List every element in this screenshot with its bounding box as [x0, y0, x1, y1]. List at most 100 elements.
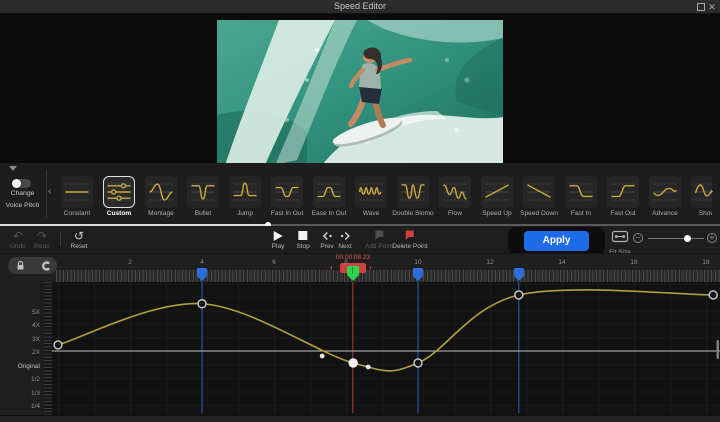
- add-point-icon: [373, 229, 386, 242]
- add-point-button[interactable]: Add Point: [365, 229, 393, 250]
- undo-button[interactable]: ↶ Undo: [10, 229, 26, 250]
- scroll-left-icon[interactable]: ‹: [48, 186, 51, 198]
- preset-wave[interactable]: Wave: [350, 163, 392, 226]
- keyframe-point[interactable]: [198, 300, 206, 308]
- preset-bullet[interactable]: Bullet: [182, 163, 224, 226]
- curve-canvas: [0, 282, 720, 415]
- preset-jump[interactable]: Jump: [224, 163, 266, 226]
- stop-button[interactable]: Stop: [296, 229, 309, 250]
- preset-label: Custom: [98, 210, 140, 217]
- voice-pitch-toggle[interactable]: [12, 179, 31, 188]
- preset-flow[interactable]: Flow: [434, 163, 476, 226]
- preset-advance[interactable]: Advance: [644, 163, 686, 226]
- preset-speed_up[interactable]: Speed Up: [476, 163, 518, 226]
- delete-point-button[interactable]: Delete Point: [392, 229, 427, 250]
- preset-fast_out[interactable]: Fast Out: [602, 163, 644, 226]
- redo-button[interactable]: ↷ Redo: [34, 229, 50, 250]
- preset-constant[interactable]: Constant: [56, 163, 98, 226]
- ruler-number: 10: [414, 259, 421, 266]
- preset-strip: Change Voice Pitch ‹ ConstantCustomMonta…: [0, 163, 720, 226]
- toolbar-separator: [60, 233, 61, 246]
- fit-size-icon: [611, 230, 629, 243]
- apply-button[interactable]: Apply: [524, 231, 589, 251]
- blue-marker-pin[interactable]: [413, 268, 423, 281]
- stop-icon: [299, 231, 308, 240]
- preset-sliders[interactable]: Custom: [98, 163, 140, 226]
- toggle-knob: [12, 179, 21, 188]
- preset-thumbnail: [649, 176, 681, 208]
- surfer-frame: [217, 20, 503, 165]
- scroll-right-icon[interactable]: ›: [710, 186, 713, 198]
- preset-thumbnail: [61, 176, 93, 208]
- playhead-right-arrow-icon[interactable]: ›: [369, 263, 372, 272]
- play-icon: [274, 231, 283, 241]
- divider: [46, 170, 47, 218]
- blue-marker-pin[interactable]: [197, 268, 207, 281]
- preset-thumbnail: [481, 176, 513, 208]
- bezier-handle[interactable]: [320, 354, 325, 359]
- keyframe-point[interactable]: [414, 359, 422, 367]
- undo-icon: ↶: [13, 230, 23, 242]
- zoom-slider-handle[interactable]: [684, 235, 691, 242]
- preset-thumbnail: [523, 176, 555, 208]
- preset-thumbnail: [187, 176, 219, 208]
- keyframe-point-selected[interactable]: [349, 359, 357, 367]
- ruler-number: 2: [128, 259, 132, 266]
- preview-area: [0, 14, 720, 163]
- vertical-scrollbar-thumb[interactable]: [717, 340, 720, 359]
- close-button[interactable]: ✕: [706, 0, 718, 14]
- preset-thumbnail: [145, 176, 177, 208]
- maximize-button[interactable]: [697, 3, 705, 11]
- playhead-time: 00:00:08.23: [336, 254, 370, 261]
- preset-thumbnail: [607, 176, 639, 208]
- preset-show[interactable]: Show: [686, 163, 712, 226]
- preset-ease_in_out[interactable]: Ease In Out: [308, 163, 350, 226]
- preset-thumbnail: [355, 176, 387, 208]
- preset-fast_in_out[interactable]: Fast In Out: [266, 163, 308, 226]
- preset-label: Advance: [644, 210, 686, 217]
- preset-montage[interactable]: Montage: [140, 163, 182, 226]
- preset-thumbnail: [439, 176, 471, 208]
- bottom-strip: [0, 415, 720, 422]
- preset-label: Speed Down: [518, 210, 560, 217]
- preset-double_slomo[interactable]: Double Slomo: [392, 163, 434, 226]
- next-icon: [339, 230, 351, 242]
- green-marker-pin[interactable]: [347, 266, 359, 281]
- preset-label: Fast In: [560, 210, 602, 217]
- ruler-number: 16: [630, 259, 637, 266]
- ruler-number: 6: [272, 259, 276, 266]
- playhead-left-arrow-icon[interactable]: ‹: [330, 263, 333, 272]
- preset-list: ConstantCustomMontageBulletJumpFast In O…: [56, 163, 712, 226]
- magnet-icon[interactable]: [39, 260, 51, 272]
- keyframe-point[interactable]: [515, 291, 523, 299]
- timeline-ruler: 00:00:08.23 ‹ › 24681012141618: [0, 253, 720, 282]
- voice-pitch-label-2: Voice Pitch: [0, 202, 45, 209]
- collapse-arrow-icon[interactable]: [9, 166, 17, 171]
- prev-button[interactable]: Prev: [320, 229, 333, 250]
- play-button[interactable]: Play: [272, 229, 285, 250]
- preset-thumbnail: [691, 176, 712, 208]
- prev-icon: [321, 230, 333, 242]
- zoom-in-icon[interactable]: +: [707, 233, 717, 243]
- redo-icon: ↷: [37, 230, 47, 242]
- video-preview: [217, 20, 503, 165]
- speed-editor-window: Speed Editor ✕: [0, 0, 720, 422]
- keyframe-point[interactable]: [709, 291, 717, 299]
- bezier-handle[interactable]: [366, 365, 371, 370]
- speed-curve[interactable]: [58, 290, 713, 371]
- blue-marker-pin[interactable]: [514, 268, 524, 281]
- preset-speed_down[interactable]: Speed Down: [518, 163, 560, 226]
- zoom-out-icon[interactable]: −: [633, 233, 643, 243]
- reset-icon: ↺: [74, 230, 84, 242]
- next-button[interactable]: Next: [338, 229, 351, 250]
- ruler-tools: [8, 257, 57, 274]
- preset-label: Bullet: [182, 210, 224, 217]
- preset-fast_in[interactable]: Fast In: [560, 163, 602, 226]
- lock-icon[interactable]: [15, 260, 26, 271]
- preset-label: Montage: [140, 210, 182, 217]
- reset-button[interactable]: ↺ Reset: [71, 229, 88, 250]
- ruler-number: 4: [200, 259, 204, 266]
- keyframe-point[interactable]: [54, 341, 62, 349]
- preset-thumbnail: [397, 176, 429, 208]
- zoom-slider-track[interactable]: [648, 238, 704, 239]
